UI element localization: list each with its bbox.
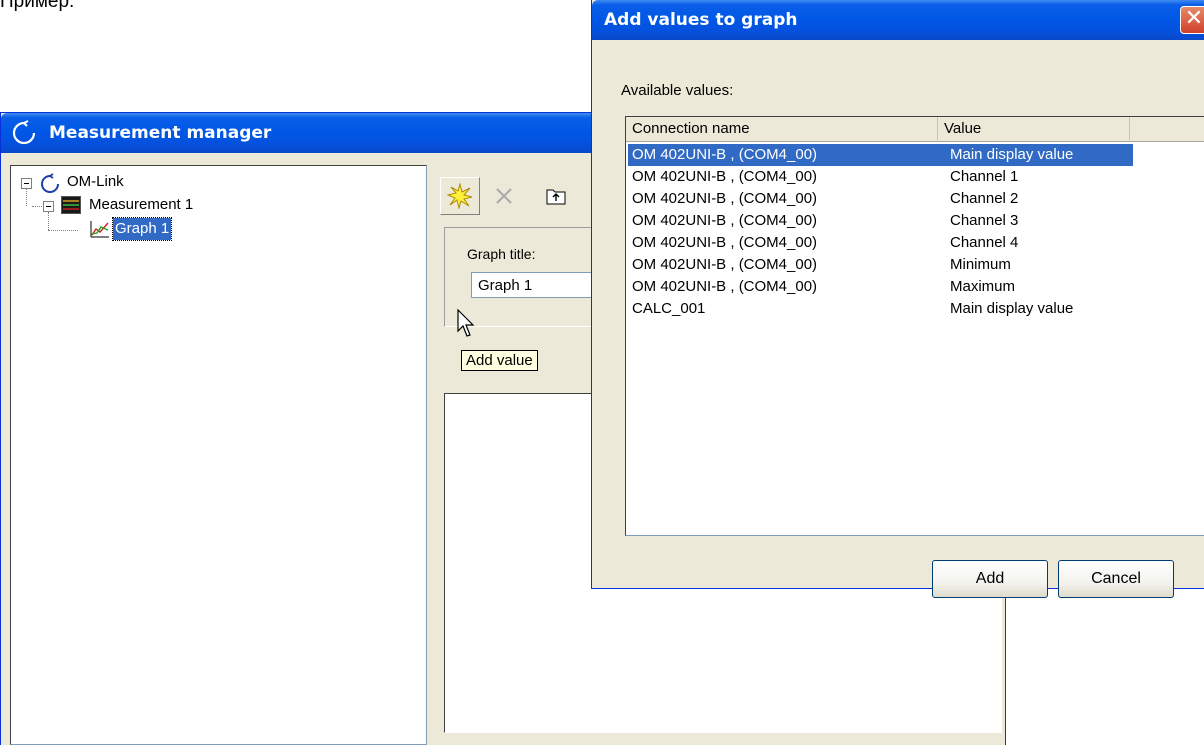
- dialog-title: Add values to graph: [604, 10, 798, 30]
- connection-name-cell: OM 402UNI-B , (COM4_00): [632, 146, 818, 163]
- list-row[interactable]: OM 402UNI-B , (COM4_00) Maximum: [628, 276, 1133, 298]
- list-row[interactable]: OM 402UNI-B , (COM4_00) Minimum: [628, 254, 1133, 276]
- connection-name-cell: OM 402UNI-B , (COM4_00): [632, 190, 818, 207]
- move-up-button[interactable]: [536, 177, 576, 215]
- refresh-icon: [12, 120, 36, 145]
- screenshot-stage: Пример: Measurement manager OM-Link Meas…: [0, 0, 1204, 745]
- new-sparkle-icon: [447, 183, 473, 209]
- list-row[interactable]: OM 402UNI-B , (COM4_00) Channel 1: [628, 166, 1133, 188]
- value-cell: Minimum: [950, 256, 1011, 273]
- connection-name-cell: OM 402UNI-B , (COM4_00): [632, 212, 818, 229]
- dialog-titlebar[interactable]: Add values to graph ✕: [592, 0, 1204, 40]
- add-button[interactable]: Add: [932, 560, 1048, 598]
- collapse-icon[interactable]: [43, 201, 54, 212]
- close-button[interactable]: ✕: [1180, 6, 1204, 34]
- collapse-icon[interactable]: [21, 178, 32, 189]
- value-cell: Channel 3: [950, 212, 1019, 229]
- tree-item-label: Measurement 1: [89, 196, 194, 213]
- connection-name-cell: OM 402UNI-B , (COM4_00): [632, 234, 818, 251]
- delete-x-icon: [496, 188, 512, 204]
- add-values-dialog: Add values to graph ✕ Available values: …: [591, 0, 1204, 598]
- tree-item-measurement-1[interactable]: Measurement 1: [39, 194, 259, 216]
- dialog-body: Available values: Connection name Value …: [595, 40, 1204, 598]
- add-value-button[interactable]: [440, 177, 480, 215]
- value-cell: Channel 1: [950, 168, 1019, 185]
- measurement-manager-title: Measurement manager: [49, 123, 272, 143]
- column-header-value[interactable]: Value: [938, 117, 1130, 140]
- value-cell: Main display value: [950, 300, 1074, 317]
- tree-line: [48, 230, 78, 231]
- graph-title-label: Graph title:: [467, 246, 536, 262]
- value-cell: Channel 2: [950, 190, 1019, 207]
- graph-icon: [90, 221, 109, 238]
- page-caption: Пример:: [0, 0, 75, 12]
- list-row[interactable]: OM 402UNI-B , (COM4_00) Channel 4: [628, 232, 1133, 254]
- folder-up-icon: [546, 189, 566, 205]
- tree-item-label: OM-Link: [67, 173, 124, 190]
- connection-name-cell: CALC_001: [632, 300, 706, 317]
- list-row[interactable]: OM 402UNI-B , (COM4_00) Main display val…: [628, 144, 1133, 166]
- connection-name-cell: OM 402UNI-B , (COM4_00): [632, 168, 818, 185]
- value-cell: Channel 4: [950, 234, 1019, 251]
- list-row[interactable]: OM 402UNI-B , (COM4_00) Channel 3: [628, 210, 1133, 232]
- connection-name-cell: OM 402UNI-B , (COM4_00): [632, 278, 818, 295]
- list-row[interactable]: CALC_001 Main display value: [628, 298, 1133, 320]
- tree-item-graph-1[interactable]: Graph 1: [79, 217, 229, 241]
- available-values-label: Available values:: [621, 82, 734, 99]
- value-cell: Main display value: [950, 146, 1074, 163]
- column-header-connection-name[interactable]: Connection name: [626, 117, 938, 140]
- column-header-empty: [1130, 117, 1204, 140]
- delete-button[interactable]: [484, 177, 524, 215]
- value-cell: Maximum: [950, 278, 1016, 295]
- measurement-icon: [61, 196, 81, 214]
- list-row[interactable]: OM 402UNI-B , (COM4_00) Channel 2: [628, 188, 1133, 210]
- mouse-cursor-icon: [457, 309, 475, 337]
- cancel-button[interactable]: Cancel: [1058, 560, 1174, 598]
- close-icon: ✕: [1184, 6, 1204, 31]
- refresh-icon: [41, 173, 59, 193]
- tree-view[interactable]: OM-Link Measurement 1 Graph 1: [10, 165, 427, 745]
- list-header: Connection name Value: [626, 117, 1204, 142]
- tree-item-om-link[interactable]: OM-Link: [17, 172, 217, 194]
- add-value-tooltip: Add value: [461, 350, 538, 371]
- connection-name-cell: OM 402UNI-B , (COM4_00): [632, 256, 818, 273]
- tree-item-label: Graph 1: [111, 217, 173, 241]
- available-values-list[interactable]: Connection name Value OM 402UNI-B , (COM…: [625, 116, 1204, 536]
